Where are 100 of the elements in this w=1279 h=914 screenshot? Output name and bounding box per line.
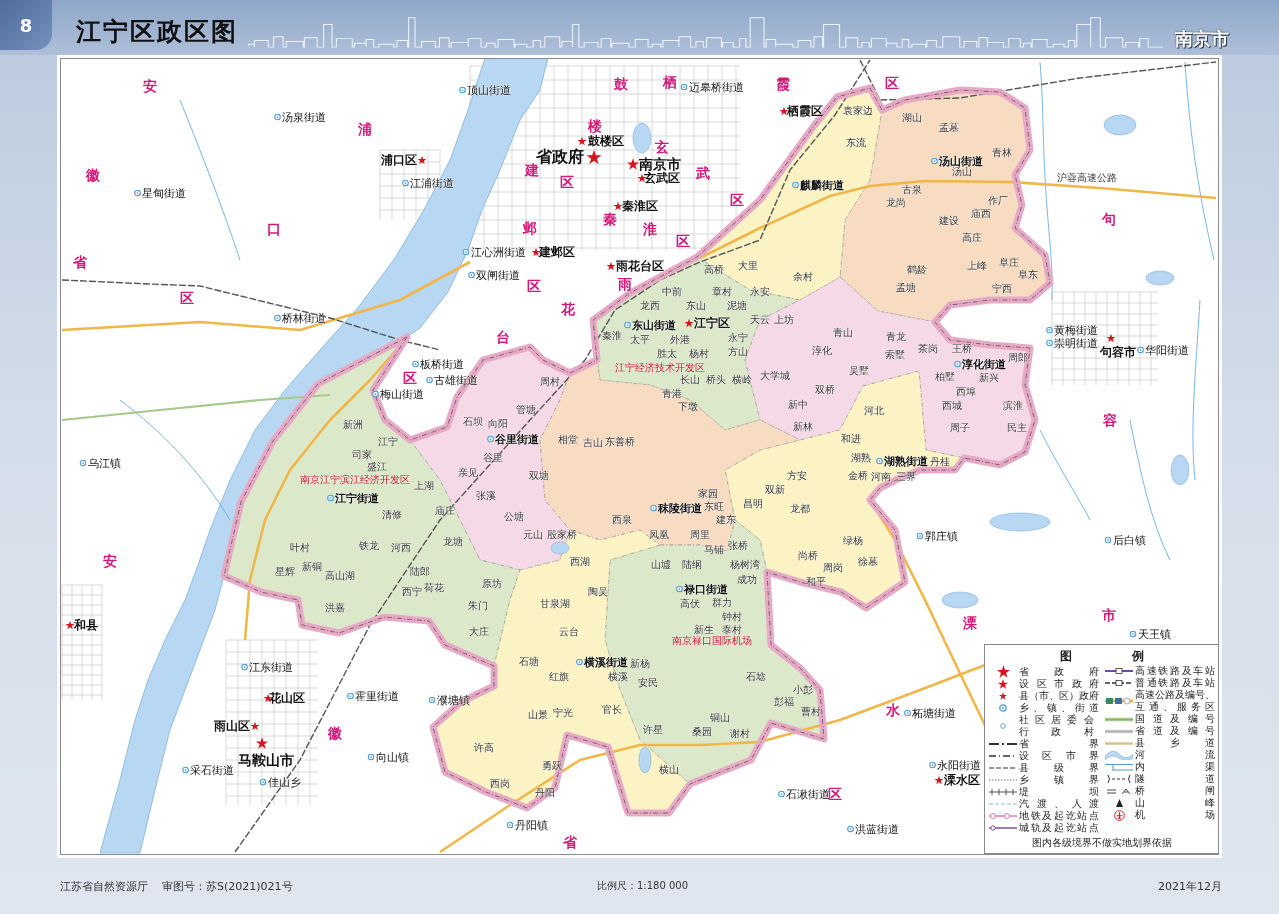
village-label: 云台: [559, 627, 579, 637]
village-label: 孟墓: [939, 123, 959, 133]
village-label: 方山: [728, 347, 748, 357]
village-label: 作厂: [988, 196, 1008, 206]
region-name-letter: 台: [496, 330, 510, 344]
region-name-letter: 区: [560, 175, 574, 189]
village-label: 民主: [1007, 423, 1027, 433]
village-label: 杨树湾: [730, 560, 760, 570]
village-label: 双新: [765, 485, 785, 495]
legend-label: 省界: [1019, 738, 1099, 750]
subdistrict-label: 禄口街道: [684, 583, 728, 595]
lake-area: [1170, 454, 1190, 486]
village-label: 大里: [738, 261, 758, 271]
village-label: 荷花: [424, 583, 444, 593]
village-label: 大庄: [469, 627, 489, 637]
region-name-letter: 徽: [86, 168, 100, 182]
ring-dot-icon: [372, 390, 379, 398]
region-name-letter: 霞: [776, 77, 790, 91]
date-text: 2021年12月: [1158, 878, 1222, 894]
legend-label: 高速铁路及车站: [1135, 665, 1215, 677]
village-label: 龙尚: [886, 198, 906, 208]
village-label: 清修: [382, 510, 402, 520]
rail-line-icon: [989, 825, 1017, 831]
village-label: 泥塘: [727, 301, 747, 311]
star-icon: [417, 155, 427, 165]
town-label: 梅山街道: [380, 388, 424, 400]
village-label: 秦淮: [602, 331, 622, 341]
village-label: 袁家边: [843, 106, 873, 116]
village-label: 新杨: [630, 659, 650, 669]
ring-dot-icon: [999, 704, 1007, 712]
road-line-icon: [1105, 716, 1133, 722]
village-label: 周岗: [823, 563, 843, 573]
page-number-marker: 8: [0, 0, 52, 50]
village-label: 新兴: [979, 373, 999, 383]
village-label: 山墟: [651, 560, 671, 570]
town-label: 江东街道: [249, 661, 293, 673]
ring-dot-icon: [576, 658, 583, 666]
village-label: 大学城: [760, 371, 790, 381]
village-label: 成功: [737, 575, 757, 585]
subdistrict-label: 横溪街道: [584, 656, 628, 668]
star-icon: [586, 149, 602, 165]
village-label: 西埠: [956, 387, 976, 397]
region-name-letter: 花: [561, 302, 575, 316]
village-label: 吉山: [583, 438, 603, 448]
expressway-icon: [1105, 697, 1133, 705]
village-label: 高庄: [962, 233, 982, 243]
village-label: 星辉: [275, 567, 295, 577]
village-label: 河西: [391, 543, 411, 553]
village-label: 洪嘉: [325, 603, 345, 613]
village-label: 铜山: [710, 713, 730, 723]
town-label: 顶山街道: [467, 84, 511, 96]
ring-dot-icon: [676, 585, 683, 593]
region-name-letter: 淮: [643, 222, 657, 236]
seat-label: 雨花台区: [616, 260, 664, 272]
star-icon: [998, 679, 1008, 689]
town-label: 桥林街道: [282, 312, 326, 324]
village-label: 公塘: [504, 512, 524, 522]
subdistrict-label: 湖熟街道: [884, 455, 928, 467]
village-label: 王桥: [952, 344, 972, 354]
region-name-letter: 区: [527, 279, 541, 293]
village-label: 庙庄: [435, 506, 455, 516]
ring-dot-icon: [134, 189, 141, 197]
village-label: 胜太: [657, 349, 677, 359]
village-label: 和进: [841, 434, 861, 444]
legend-label: 省政府: [1019, 665, 1099, 678]
town-label: 江心洲街道: [470, 246, 526, 258]
region-name-letter: 邺: [523, 221, 537, 235]
village-label: 桥头: [706, 375, 726, 385]
village-label: 元山: [523, 530, 543, 540]
village-label: 茶岗: [918, 344, 938, 354]
village-label: 甘泉湖: [540, 599, 570, 609]
village-label: 索墅: [885, 350, 905, 360]
legend-label: 桥闸: [1135, 785, 1215, 797]
village-label: 宁西: [992, 284, 1012, 294]
ring-dot-icon: [847, 825, 854, 833]
seat-label: 江宁区: [694, 317, 730, 329]
star-icon: [256, 737, 268, 749]
town-label: 永阳街道: [937, 759, 981, 771]
village-label: 叶村: [290, 543, 310, 553]
village-label: 柏墅: [935, 372, 955, 382]
village-label: 三界: [896, 472, 916, 482]
seat-label: 南京市: [639, 157, 681, 171]
legend-label: 隧道: [1135, 773, 1215, 785]
ring-dot-icon: [459, 86, 466, 94]
village-label: 龙都: [790, 504, 810, 514]
boundary-line-icon: [989, 754, 1017, 758]
village-label: 山景: [528, 710, 548, 720]
star-icon: [606, 261, 616, 271]
village-label: 新生: [694, 625, 714, 635]
village-label: 阜庄: [999, 258, 1019, 268]
village-label: 小彭: [793, 685, 813, 695]
region-name-letter: 区: [403, 371, 417, 385]
ring-dot-icon: [929, 761, 936, 769]
village-label: 张溪: [476, 491, 496, 501]
legend-label: 县级界: [1019, 762, 1099, 774]
village-label: 青港: [662, 389, 682, 399]
seat-label: 栖霞区: [787, 105, 823, 117]
village-label: 丹桂: [930, 457, 950, 467]
star-icon: [684, 318, 694, 328]
village-label: 淳化: [812, 346, 832, 356]
